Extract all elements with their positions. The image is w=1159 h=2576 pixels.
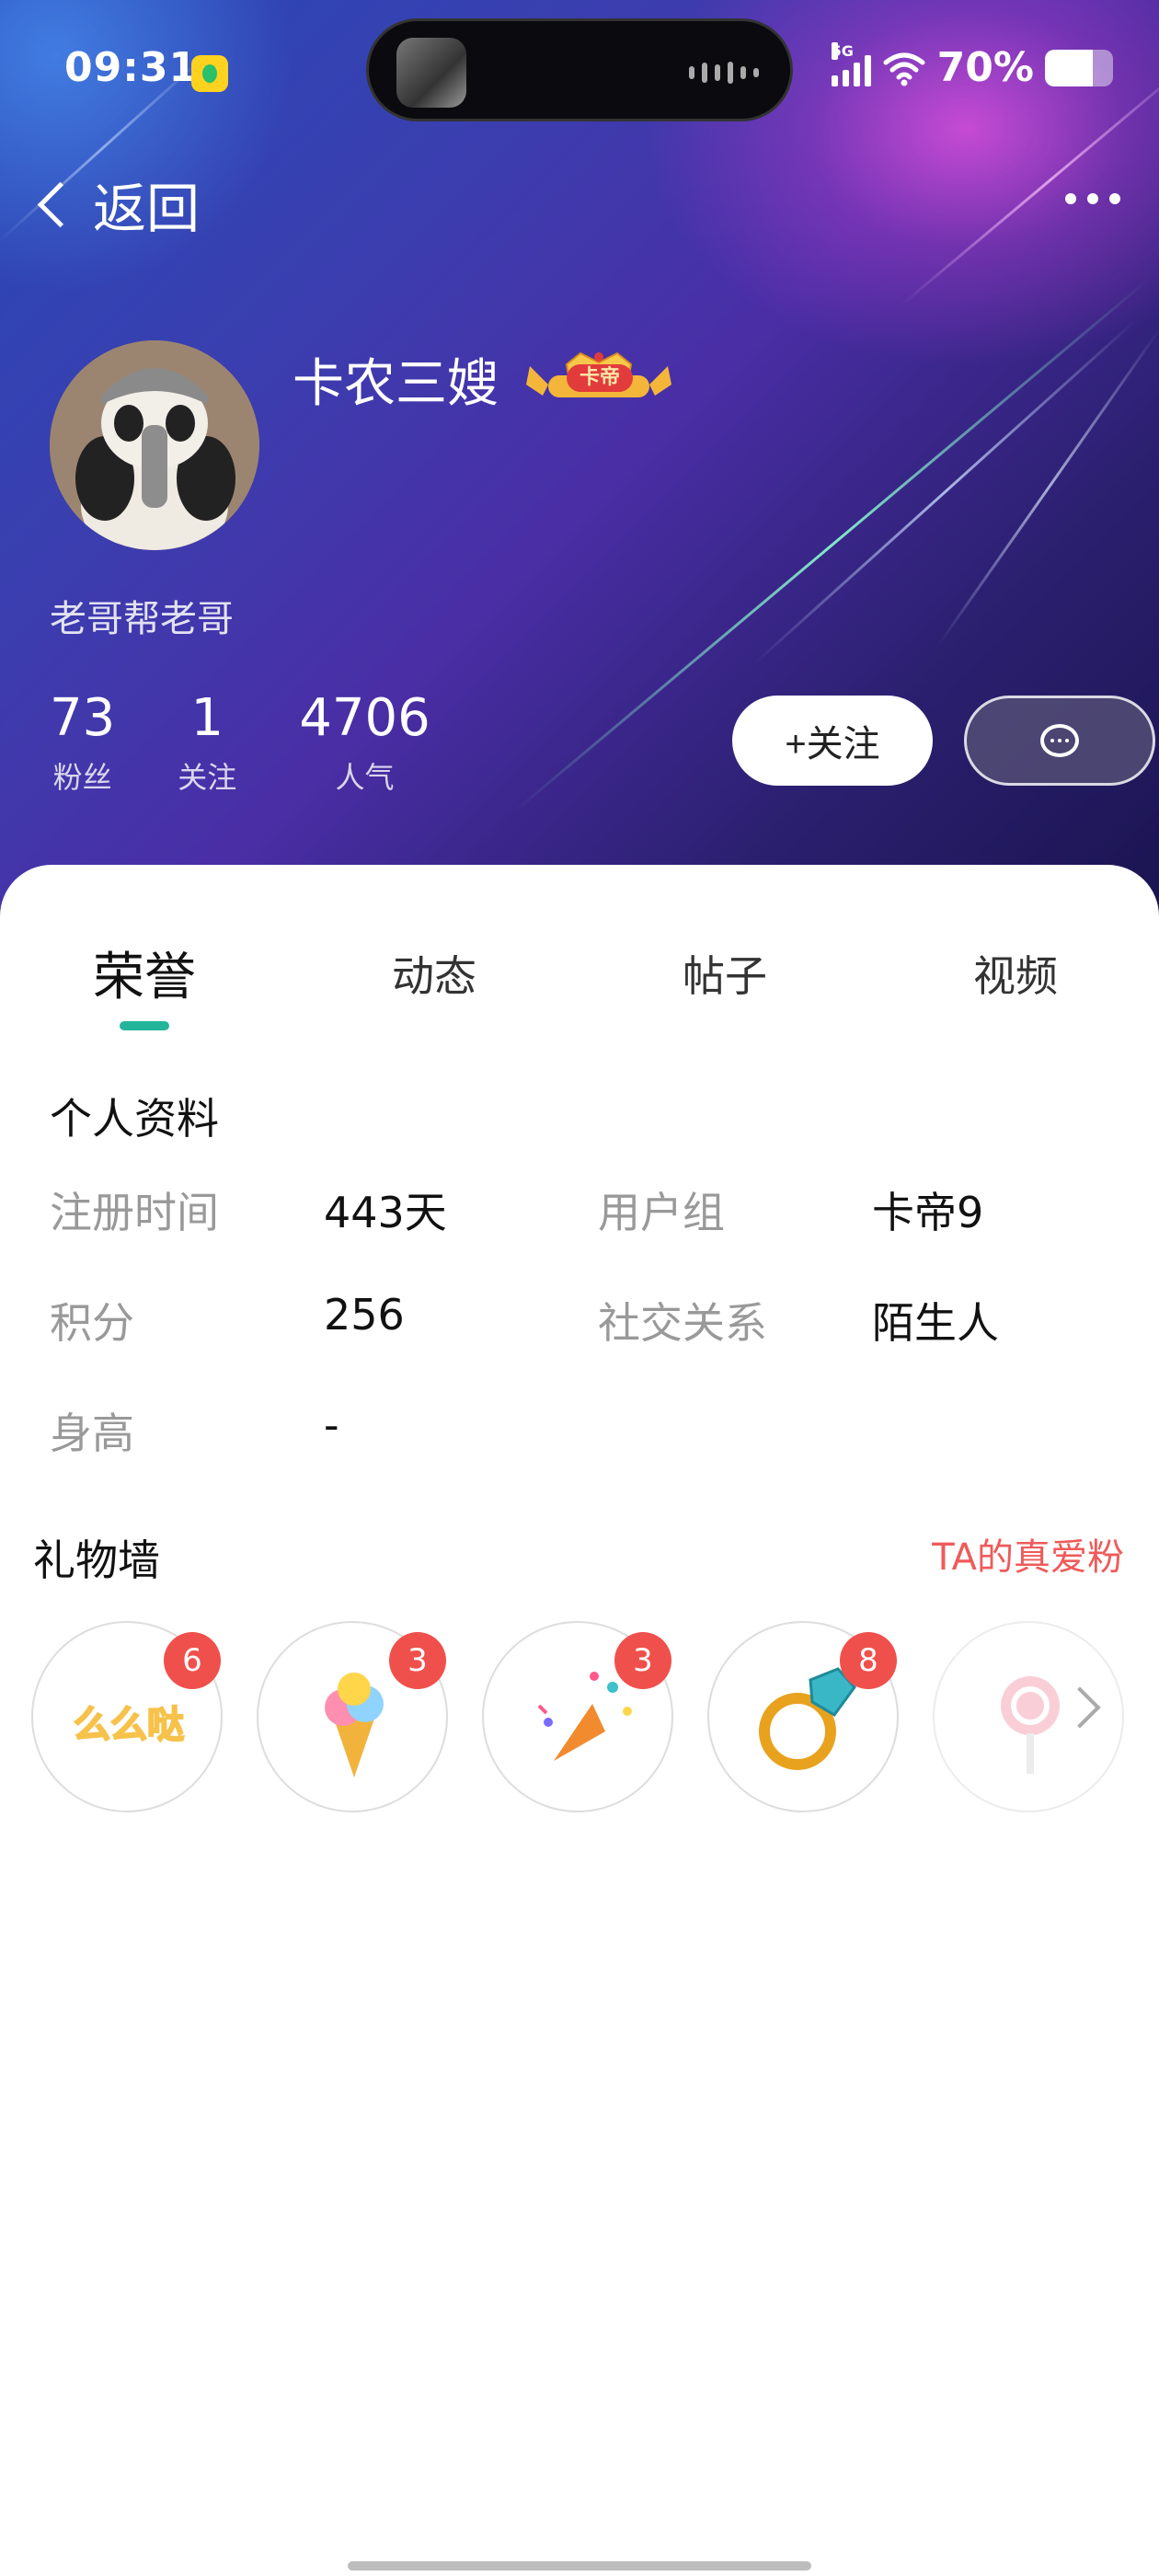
follow-button[interactable]: +关注 — [732, 696, 933, 786]
stat-label: 粉丝 — [52, 760, 112, 795]
gift-count-badge: 6 — [164, 1632, 221, 1689]
gift-item[interactable]: 3 — [482, 1621, 673, 1812]
tab-bar: 荣誉 动态 帖子 视频 — [0, 943, 1159, 1035]
tab-honor[interactable]: 荣誉 — [52, 936, 236, 1010]
dot — [1087, 193, 1098, 204]
network-type: 5G — [831, 41, 854, 60]
message-button[interactable] — [964, 696, 1155, 786]
profile-signature: 老哥帮老哥 — [50, 598, 234, 640]
tab-posts[interactable]: 帖子 — [633, 943, 817, 1004]
dot — [1109, 193, 1120, 204]
stat-value: 73 — [50, 688, 116, 748]
stat-value: 1 — [190, 688, 224, 748]
gift-item[interactable]: 3 — [257, 1621, 448, 1812]
cellular-signal-icon: 5G — [831, 41, 871, 86]
info-label: 注册时间 — [50, 1188, 219, 1237]
home-indicator[interactable] — [348, 2561, 811, 2570]
lollipop-icon — [1001, 1676, 1060, 1774]
avatar[interactable] — [50, 340, 259, 550]
gift-count-badge: 3 — [614, 1632, 671, 1689]
battery-icon — [1045, 49, 1113, 86]
gift-count-badge: 3 — [389, 1632, 446, 1689]
gift-logo-text: 么么哒 — [74, 1704, 184, 1746]
profile-info-title: 个人资料 — [50, 1094, 219, 1144]
stat-following[interactable]: 1 关注 — [178, 690, 236, 797]
back-label: 返回 — [93, 178, 201, 240]
active-tab-indicator — [120, 1021, 169, 1030]
battery-level-fill — [1045, 49, 1093, 86]
panda-avatar-image — [50, 340, 259, 550]
info-value: 443天 — [324, 1188, 447, 1237]
chevron-left-icon — [37, 181, 84, 227]
more-options-button[interactable] — [1065, 193, 1120, 204]
wifi-icon — [883, 52, 925, 86]
gift-wall-title: 礼物墙 — [33, 1535, 160, 1585]
level-badge: 卡帝 — [521, 348, 677, 405]
music-app-icon — [191, 55, 228, 92]
info-label: 积分 — [50, 1298, 134, 1348]
gift-item[interactable]: 么么哒 6 — [31, 1621, 223, 1812]
gift-count-badge: 8 — [840, 1632, 897, 1689]
back-button[interactable]: 返回 — [31, 166, 200, 243]
tab-activity[interactable]: 动态 — [342, 943, 526, 1004]
stat-label: 关注 — [178, 760, 237, 795]
status-indicators: 5G 70% — [831, 41, 1113, 91]
info-label: 用户组 — [598, 1188, 725, 1237]
chat-bubble-icon — [1040, 724, 1079, 757]
info-value: 卡帝9 — [872, 1188, 984, 1237]
stat-fans[interactable]: 73 粉丝 — [50, 690, 115, 797]
audio-wave-icon — [689, 62, 759, 84]
info-label: 社交关系 — [598, 1298, 767, 1348]
light-streak — [936, 328, 1159, 647]
badge-label: 卡帝 — [567, 364, 633, 392]
profile-name: 卡农三嫂 — [293, 354, 499, 414]
top-fans-link[interactable]: TA的真爱粉 — [932, 1527, 1124, 1581]
gift-list: 么么哒 6 3 3 8 — [31, 1621, 1159, 1820]
info-value: 256 — [324, 1290, 405, 1340]
gift-item[interactable] — [933, 1621, 1124, 1812]
stat-value: 4706 — [299, 688, 430, 748]
info-value: 陌生人 — [872, 1298, 999, 1348]
battery-percent: 70% — [936, 44, 1034, 91]
gift-item[interactable]: 8 — [707, 1621, 899, 1812]
now-playing-thumbnail — [396, 38, 466, 108]
info-value: - — [324, 1400, 339, 1450]
profile-stats: 73 粉丝 1 关注 4706 人气 — [50, 690, 493, 797]
status-time: 09:31 — [64, 44, 199, 91]
dynamic-island[interactable] — [366, 18, 793, 121]
stat-label: 人气 — [335, 760, 395, 795]
dot — [1065, 193, 1076, 204]
info-label: 身高 — [50, 1409, 134, 1458]
tab-videos[interactable]: 视频 — [924, 943, 1107, 1004]
stat-popularity: 4706 人气 — [299, 690, 430, 797]
light-streak — [752, 317, 1139, 665]
